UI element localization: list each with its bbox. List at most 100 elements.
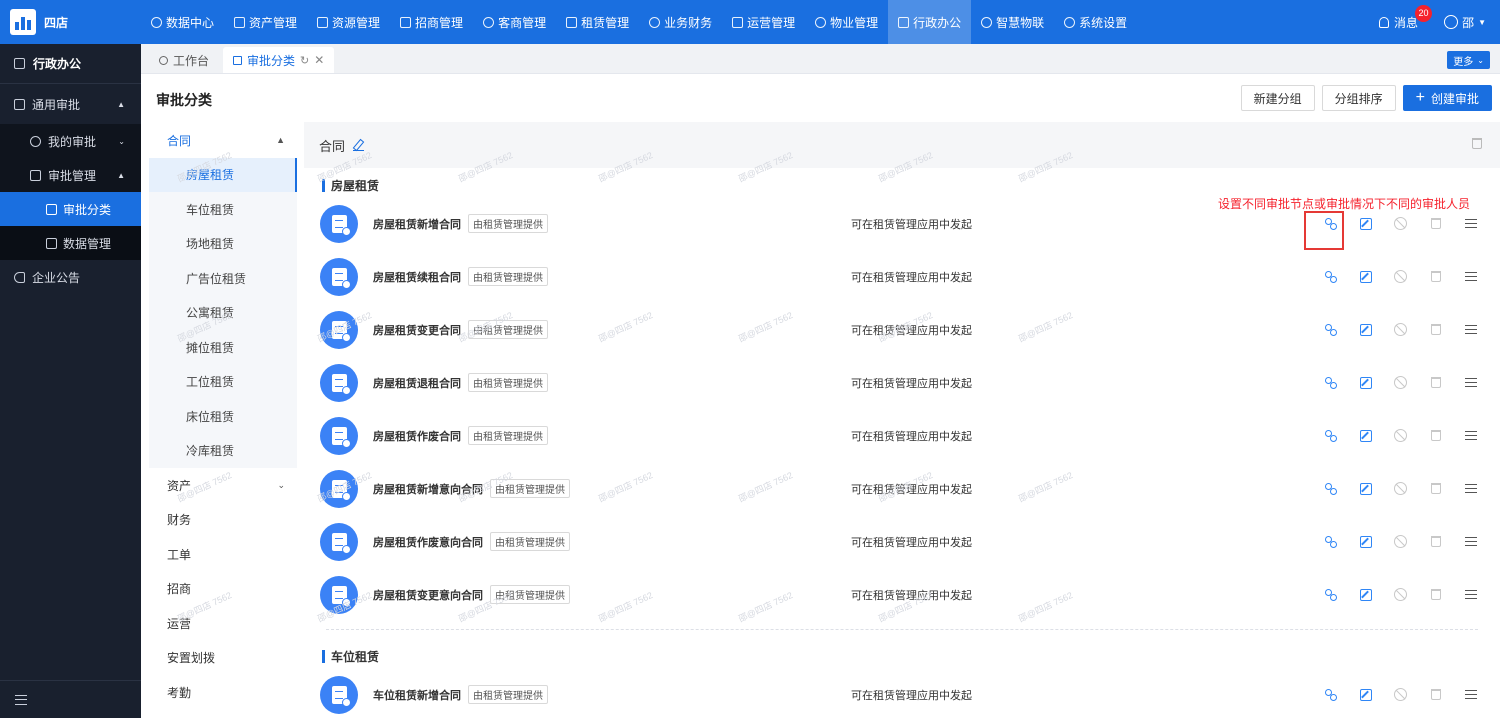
approval-row[interactable]: 房屋租赁退租合同 由租赁管理提供 可在租赁管理应用中发起 — [304, 356, 1500, 409]
subcategory-item[interactable]: 车位租赁 — [149, 192, 297, 227]
more-tabs-button[interactable]: 更多 ⌄ — [1447, 51, 1490, 69]
subcategory-item[interactable]: 冷库租赁 — [149, 434, 297, 469]
edit-button[interactable] — [1348, 532, 1383, 552]
edit-button[interactable] — [1348, 685, 1383, 705]
disable-button[interactable] — [1383, 585, 1418, 605]
approval-row[interactable]: 房屋租赁续租合同 由租赁管理提供 可在租赁管理应用中发起 — [304, 250, 1500, 303]
nav-iot[interactable]: 智慧物联 — [971, 0, 1054, 44]
flow-settings-button[interactable] — [1313, 320, 1348, 340]
sidebar-item-approval-manage[interactable]: 审批管理 ▲ — [0, 158, 141, 192]
create-approval-button[interactable]: + 创建审批 — [1402, 85, 1492, 111]
category-item[interactable]: 运营 — [149, 606, 297, 641]
nav-admin-office[interactable]: 行政办公 — [888, 0, 972, 44]
delete-button[interactable] — [1418, 373, 1453, 393]
approval-row[interactable]: 房屋租赁变更合同 由租赁管理提供 可在租赁管理应用中发起 — [304, 303, 1500, 356]
messages-button[interactable]: 消息 20 — [1379, 4, 1433, 31]
sidebar-item-data-manage[interactable]: 数据管理 — [0, 226, 141, 260]
disable-button[interactable] — [1383, 320, 1418, 340]
flow-settings-button[interactable] — [1313, 585, 1348, 605]
category-item[interactable]: 考勤 — [149, 675, 297, 710]
disable-button[interactable] — [1383, 479, 1418, 499]
edit-button[interactable] — [1348, 214, 1383, 234]
trash-icon[interactable] — [1472, 138, 1482, 149]
edit-button[interactable] — [1348, 479, 1383, 499]
subcategory-item[interactable]: 摊位租赁 — [149, 330, 297, 365]
nav-lease[interactable]: 租赁管理 — [556, 0, 639, 44]
approval-row[interactable]: 房屋租赁作废意向合同 由租赁管理提供 可在租赁管理应用中发起 — [304, 515, 1500, 568]
tab-approval-category[interactable]: 审批分类 ↻ ✕ — [223, 47, 335, 73]
sidebar-item-approval-category[interactable]: 审批分类 — [0, 192, 141, 226]
flow-settings-button[interactable] — [1313, 373, 1348, 393]
delete-button[interactable] — [1418, 320, 1453, 340]
disable-button[interactable] — [1383, 214, 1418, 234]
subcategory-item[interactable]: 公寓租赁 — [149, 296, 297, 331]
sort-group-button[interactable]: 分组排序 — [1321, 85, 1396, 111]
drag-handle[interactable] — [1453, 685, 1488, 705]
flow-settings-button[interactable] — [1313, 426, 1348, 446]
category-item[interactable]: 财务 — [149, 503, 297, 538]
subcategory-item[interactable]: 房屋租赁 — [149, 157, 297, 192]
edit-button[interactable] — [1348, 267, 1383, 287]
nav-data-center[interactable]: 数据中心 — [141, 0, 224, 44]
nav-resource[interactable]: 资源管理 — [307, 0, 390, 44]
nav-investment[interactable]: 招商管理 — [390, 0, 473, 44]
category-item[interactable]: 工单 — [149, 537, 297, 572]
drag-handle[interactable] — [1453, 585, 1488, 605]
new-group-button[interactable]: 新建分组 — [1240, 85, 1315, 111]
sidebar-item-announcement[interactable]: 企业公告 — [0, 260, 141, 294]
disable-button[interactable] — [1383, 426, 1418, 446]
sidebar-item-my-approval[interactable]: 我的审批 ⌄ — [0, 124, 141, 158]
nav-operation[interactable]: 运营管理 — [722, 0, 805, 44]
drag-handle[interactable] — [1453, 320, 1488, 340]
flow-settings-button[interactable] — [1313, 532, 1348, 552]
app-logo[interactable]: 四店 — [0, 0, 141, 44]
nav-customer[interactable]: 客商管理 — [473, 0, 556, 44]
drag-handle[interactable] — [1453, 479, 1488, 499]
delete-button[interactable] — [1418, 585, 1453, 605]
sidebar-collapse-button[interactable] — [0, 680, 141, 718]
drag-handle[interactable] — [1453, 532, 1488, 552]
approval-row[interactable]: 房屋租赁变更意向合同 由租赁管理提供 可在租赁管理应用中发起 — [304, 568, 1500, 621]
category-contract[interactable]: 合同 ▲ — [149, 123, 297, 158]
disable-button[interactable] — [1383, 685, 1418, 705]
approval-row[interactable]: 房屋租赁新增意向合同 由租赁管理提供 可在租赁管理应用中发起 — [304, 462, 1500, 515]
tab-workbench[interactable]: 工作台 — [149, 47, 219, 73]
edit-button[interactable] — [1348, 426, 1383, 446]
approval-row[interactable]: 车位租赁新增合同 由租赁管理提供 可在租赁管理应用中发起 — [304, 668, 1500, 718]
flow-settings-button[interactable] — [1313, 685, 1348, 705]
disable-button[interactable] — [1383, 373, 1418, 393]
drag-handle[interactable] — [1453, 214, 1488, 234]
disable-button[interactable] — [1383, 532, 1418, 552]
subcategory-item[interactable]: 广告位租赁 — [149, 261, 297, 296]
category-asset[interactable]: 资产 ⌄ — [149, 468, 297, 503]
subcategory-item[interactable]: 床位租赁 — [149, 399, 297, 434]
flow-settings-button[interactable] — [1313, 479, 1348, 499]
edit-button[interactable] — [1348, 320, 1383, 340]
nav-finance[interactable]: 业务财务 — [639, 0, 722, 44]
nav-settings[interactable]: 系统设置 — [1054, 0, 1137, 44]
edit-button[interactable] — [1348, 585, 1383, 605]
nav-property[interactable]: 物业管理 — [805, 0, 888, 44]
drag-handle[interactable] — [1453, 373, 1488, 393]
delete-button[interactable] — [1418, 426, 1453, 446]
flow-settings-button[interactable] — [1313, 267, 1348, 287]
delete-button[interactable] — [1418, 214, 1453, 234]
drag-handle[interactable] — [1453, 426, 1488, 446]
category-item[interactable]: 招商 — [149, 572, 297, 607]
sidebar-item-general-approval[interactable]: 通用审批 ▲ — [0, 84, 141, 124]
drag-handle[interactable] — [1453, 267, 1488, 287]
delete-button[interactable] — [1418, 479, 1453, 499]
sidebar-title[interactable]: 行政办公 — [0, 44, 141, 84]
delete-button[interactable] — [1418, 532, 1453, 552]
subcategory-item[interactable]: 工位租赁 — [149, 365, 297, 400]
refresh-icon[interactable]: ↻ — [300, 54, 309, 67]
subcategory-item[interactable]: 场地租赁 — [149, 227, 297, 262]
category-item[interactable]: 安置划拨 — [149, 641, 297, 676]
approval-row[interactable]: 房屋租赁作废合同 由租赁管理提供 可在租赁管理应用中发起 — [304, 409, 1500, 462]
edit-button[interactable] — [1348, 373, 1383, 393]
nav-asset[interactable]: 资产管理 — [224, 0, 307, 44]
disable-button[interactable] — [1383, 267, 1418, 287]
delete-button[interactable] — [1418, 685, 1453, 705]
edit-pencil-icon[interactable] — [353, 140, 365, 151]
close-icon[interactable]: ✕ — [314, 53, 324, 67]
